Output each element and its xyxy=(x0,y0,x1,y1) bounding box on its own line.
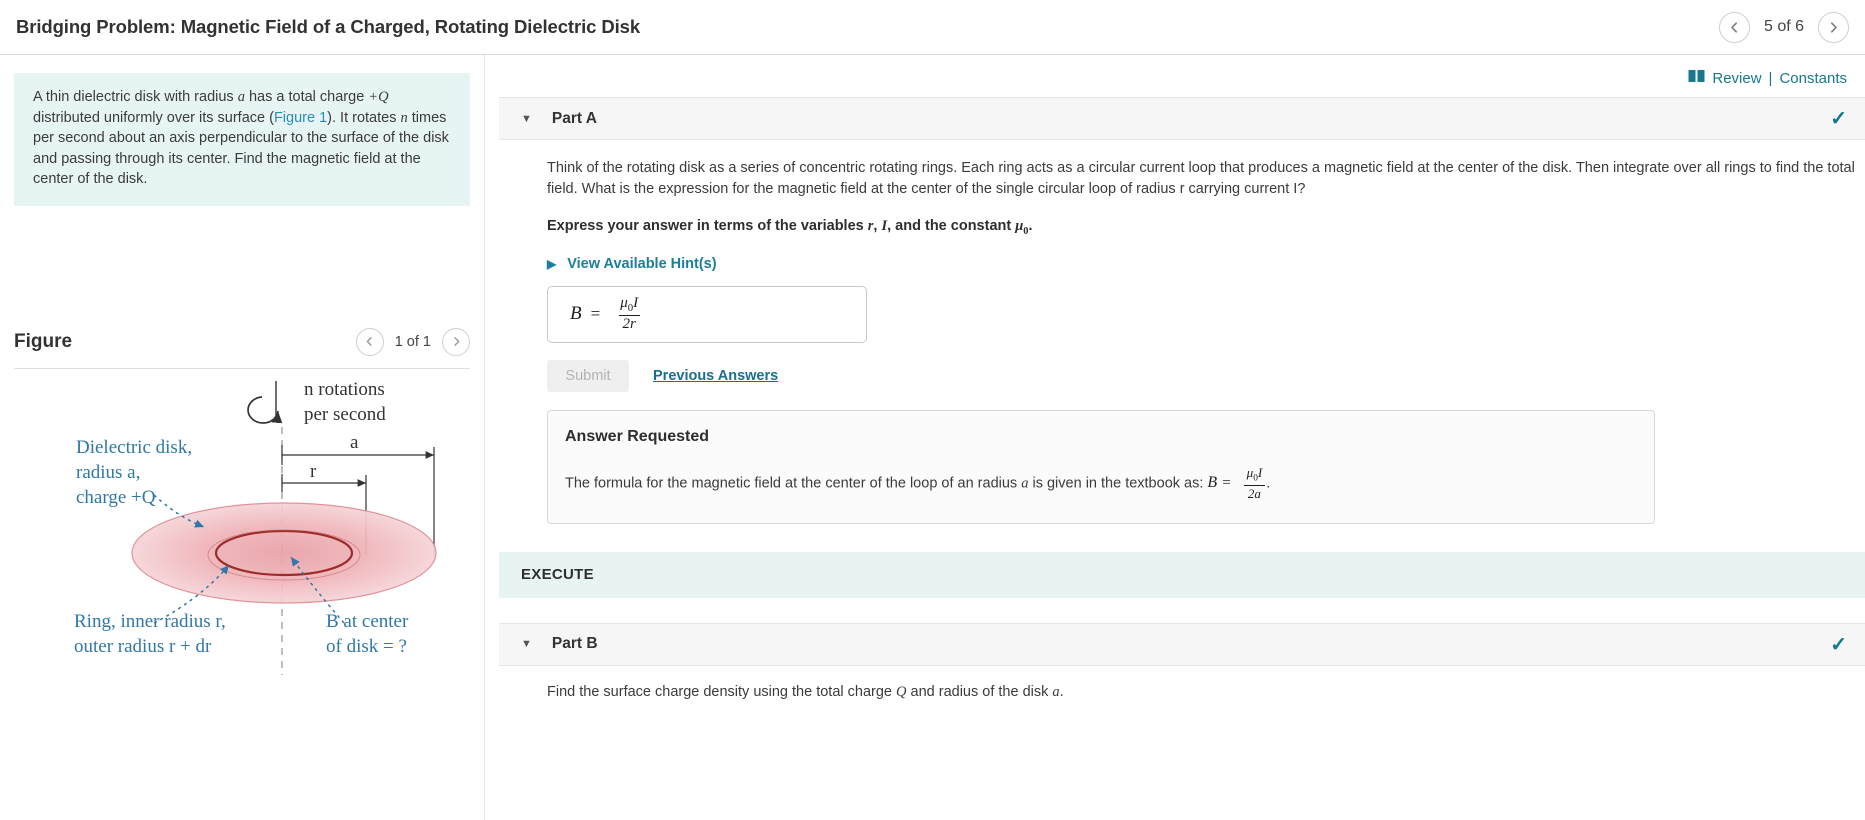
figure-label-ring-2: outer radius r + dr xyxy=(74,636,212,657)
figure-label-rotations-2: per second xyxy=(304,404,386,425)
part-b-var-a: a xyxy=(1052,683,1060,700)
next-problem-button[interactable] xyxy=(1818,11,1849,43)
figure-header: Figure 1 of 1 xyxy=(14,327,470,369)
answer-num-I: I xyxy=(633,294,639,311)
left-panel: A thin dielectric disk with radius a has… xyxy=(0,55,485,820)
figure-label-disk-3: charge +Q xyxy=(76,487,156,508)
problem-var-n: n xyxy=(400,109,408,126)
figure-label-disk-1: Dielectric disk, xyxy=(76,437,192,458)
view-hints-toggle[interactable]: ▶ View Available Hint(s) xyxy=(547,256,1865,272)
ar-equation: B = μ0I 2a xyxy=(1207,464,1267,501)
part-a-instruction: Express your answer in terms of the vari… xyxy=(547,218,1865,237)
review-constants-row: Review | Constants xyxy=(485,55,1865,97)
part-b-var-Q: Q xyxy=(896,683,907,700)
review-link[interactable]: Review xyxy=(1712,70,1761,87)
answer-requested-box: Answer Requested The formula for the mag… xyxy=(547,409,1655,524)
answer-requested-text: The formula for the magnetic field at th… xyxy=(565,464,1632,501)
figure-image[interactable]: n rotations per second a r Dielectric di… xyxy=(14,375,470,699)
part-a-question-text: Think of the rotating disk as a series o… xyxy=(547,160,1855,198)
ar-denominator: 2a xyxy=(1243,485,1265,501)
chevron-left-icon xyxy=(1728,21,1741,34)
figure-pager: 1 of 1 xyxy=(355,327,470,356)
answer-requested-title: Answer Requested xyxy=(565,427,710,445)
problem-pager: 5 of 6 xyxy=(1718,11,1851,43)
instruction-suffix: . xyxy=(1028,217,1033,234)
ar-numerator: μ0I xyxy=(1243,464,1267,485)
review-separator: | xyxy=(1768,69,1773,87)
problem-var-a: a xyxy=(237,89,245,105)
figure-label-rotations-1: n rotations xyxy=(304,379,385,400)
part-b-text-mid: and radius of the disk xyxy=(906,683,1053,700)
execute-banner: EXECUTE xyxy=(499,551,1865,598)
problem-text-4: ). It rotates xyxy=(327,109,401,126)
constants-link[interactable]: Constants xyxy=(1779,70,1847,87)
ar-text-prefix: The formula for the magnetic field at th… xyxy=(565,475,1022,492)
figure-next-button[interactable] xyxy=(442,327,470,356)
part-b-body: Find the surface charge density using th… xyxy=(485,666,1865,701)
figure-label-b-2: of disk = ? xyxy=(326,636,407,657)
figure-label-ring-1: Ring, inner radius r, xyxy=(74,611,226,632)
part-a-checkmark-icon: ✓ xyxy=(1830,108,1847,130)
chevron-right-icon xyxy=(451,336,462,347)
chevron-right-icon xyxy=(1827,21,1840,34)
part-b-text-suffix: . xyxy=(1059,683,1064,700)
answer-input-box[interactable]: B = μ0I 2r xyxy=(547,285,867,343)
answer-lhs: B xyxy=(570,303,582,325)
right-panel: Review | Constants ▼ Part A ✓ Think of t… xyxy=(485,55,1865,820)
previous-answers-link[interactable]: Previous Answers xyxy=(653,368,778,384)
ar-eq-lhs: B xyxy=(1207,474,1218,492)
part-a-header[interactable]: ▼ Part A ✓ xyxy=(499,97,1865,140)
problem-text-1: A thin dielectric disk with radius xyxy=(33,89,238,105)
ar-text-mid: is given in the textbook as: xyxy=(1028,475,1208,492)
figure-label-b-1: B at center xyxy=(326,611,409,632)
submit-button[interactable]: Submit xyxy=(547,359,629,392)
caret-right-icon: ▶ xyxy=(547,256,557,271)
ar-eq-equals: = xyxy=(1222,475,1231,492)
problem-text-2: has a total charge xyxy=(244,89,369,105)
problem-statement: A thin dielectric disk with radius a has… xyxy=(14,73,470,206)
part-b-title: Part B xyxy=(551,635,598,653)
content-area: A thin dielectric disk with radius a has… xyxy=(0,55,1865,820)
figure-1-link[interactable]: Figure 1 xyxy=(274,110,327,126)
figure-label-dim-a: a xyxy=(350,432,359,453)
part-a-body: Think of the rotating disk as a series o… xyxy=(485,140,1865,524)
answer-equation: B = μ0I 2r xyxy=(570,294,642,333)
part-b-checkmark-icon: ✓ xyxy=(1830,633,1847,656)
answer-equals: = xyxy=(590,304,601,324)
part-b-text-prefix: Find the surface charge density using th… xyxy=(547,683,897,700)
answer-fraction: μ0I 2r xyxy=(616,294,642,333)
answer-numerator: μ0I xyxy=(616,294,642,315)
figure-label-dim-r: r xyxy=(310,461,317,482)
book-icon xyxy=(1688,69,1705,87)
figure-pager-label: 1 of 1 xyxy=(394,333,431,350)
ar-text-suffix: . xyxy=(1266,475,1271,492)
answer-denominator: 2r xyxy=(618,315,640,333)
problem-text-3: distributed uniformly over its surface ( xyxy=(33,109,274,126)
figure-label-disk-2: radius a, xyxy=(76,462,140,483)
pager-label: 5 of 6 xyxy=(1763,18,1804,35)
caret-down-icon[interactable]: ▼ xyxy=(521,638,532,650)
part-b-header[interactable]: ▼ Part B ✓ xyxy=(499,622,1865,666)
figure-prev-button[interactable] xyxy=(355,327,384,356)
answer-num-mu: μ xyxy=(620,294,628,311)
ar-fraction: μ0I 2a xyxy=(1243,464,1267,501)
instruction-prefix: Express your answer in terms of the vari… xyxy=(547,217,868,234)
submit-row: Submit Previous Answers xyxy=(547,359,1865,392)
figure-title: Figure xyxy=(14,330,73,352)
caret-down-icon[interactable]: ▼ xyxy=(521,113,532,125)
ar-num-I: I xyxy=(1257,464,1263,480)
page-title: Bridging Problem: Magnetic Field of a Ch… xyxy=(16,16,641,37)
instruction-mid: , and the constant xyxy=(887,217,1016,234)
view-hints-label: View Available Hint(s) xyxy=(567,255,717,272)
chevron-left-icon xyxy=(364,336,375,347)
problem-var-Q: +Q xyxy=(368,89,389,105)
app-header: Bridging Problem: Magnetic Field of a Ch… xyxy=(0,0,1865,55)
part-a-title: Part A xyxy=(551,109,597,127)
prev-problem-button[interactable] xyxy=(1718,11,1750,43)
